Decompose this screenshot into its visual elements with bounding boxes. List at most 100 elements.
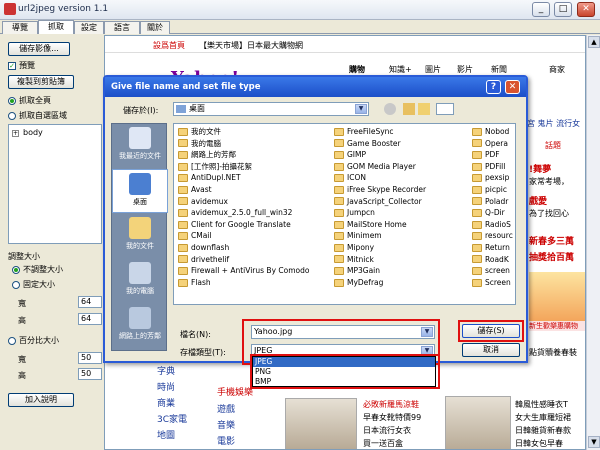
file-item[interactable]: Nobod	[472, 126, 515, 138]
minimize-button[interactable]: _	[532, 2, 550, 17]
up-folder-icon[interactable]	[403, 103, 415, 115]
place-recent[interactable]: 我最近的文件	[112, 124, 168, 168]
grab-full-radio[interactable]: 抓取全頁	[8, 95, 51, 106]
cancel-button[interactable]: 取消	[462, 343, 520, 357]
service-item[interactable]: 電影	[217, 434, 257, 449]
copy-clipboard-button[interactable]: 複製到剪貼簿	[8, 75, 74, 89]
save-image-button[interactable]: 儲存影像...	[8, 42, 70, 56]
filename-input[interactable]: Yahoo.jpg ▼	[251, 325, 435, 339]
file-item[interactable]: resourc	[472, 230, 515, 242]
category-item[interactable]: 3C家電	[157, 412, 207, 428]
news-item[interactable]: 韓風性感睡衣T	[515, 398, 585, 411]
scroll-up-icon[interactable]: ▲	[588, 36, 600, 48]
save-in-select[interactable]: 桌面 ▼	[173, 102, 369, 116]
category-item[interactable]: 商業	[157, 396, 207, 412]
file-item[interactable]: drivethelif	[178, 254, 332, 266]
file-item[interactable]: avidemux	[178, 196, 332, 208]
file-item[interactable]: Game Booster	[334, 138, 470, 150]
promo-banner[interactable]	[529, 272, 585, 322]
pheight-input[interactable]: 50	[78, 368, 102, 380]
file-item[interactable]: downflash	[178, 242, 332, 254]
sale-text[interactable]: 新生歡樂惠購物	[529, 321, 585, 331]
file-item[interactable]: Avast	[178, 184, 332, 196]
file-item[interactable]: screen	[472, 265, 515, 277]
file-list[interactable]: 我的文件 我的電腦 網路上的芳鄰 [工作照]-拍攝花絮 AntiDupl.NET Avas…	[173, 123, 516, 305]
view-menu-icon[interactable]	[436, 103, 454, 115]
rakuten-link[interactable]: 【樂天市場】日本最大購物網	[199, 40, 303, 51]
category-item[interactable]: 時尚	[157, 380, 207, 396]
file-item[interactable]: Client for Google Translate	[178, 219, 332, 231]
category-item[interactable]: 地圖	[157, 428, 207, 444]
file-item[interactable]: 我的文件	[178, 126, 332, 138]
grab-custom-radio[interactable]: 抓取自選區域	[8, 110, 67, 121]
promo-1[interactable]: !舞夢	[529, 162, 551, 175]
file-item[interactable]: CMail	[178, 230, 332, 242]
file-item[interactable]: PDF	[472, 149, 515, 161]
pwidth-input[interactable]: 50	[78, 352, 102, 364]
tab-settings[interactable]: 設定	[74, 21, 104, 34]
mobile-link[interactable]: 手機娛樂	[217, 385, 253, 398]
nav-stores[interactable]: 商家	[549, 64, 565, 75]
file-item[interactable]: Mitnick	[334, 254, 470, 266]
promo-5[interactable]: 新春多三萬	[529, 234, 574, 247]
file-item[interactable]: MP3Gain	[334, 265, 470, 277]
element-tree[interactable]: + body	[8, 124, 102, 244]
service-item[interactable]: 遊戲	[217, 402, 257, 418]
nav-images[interactable]: 圖片	[425, 64, 441, 75]
file-item[interactable]: Screen	[472, 277, 515, 289]
category-item[interactable]: 字典	[157, 364, 207, 380]
file-item[interactable]: Mipony	[334, 242, 470, 254]
file-item[interactable]: AntiDupl.NET	[178, 172, 332, 184]
save-button[interactable]: 儲存(S)	[462, 324, 520, 338]
dialog-close-button[interactable]: ✕	[505, 80, 520, 94]
promo-2[interactable]: 家常考場，	[529, 176, 569, 187]
file-item[interactable]: Poladr	[472, 196, 515, 208]
file-item[interactable]: 網路上的芳鄰	[178, 149, 332, 161]
file-item[interactable]: Jumpcn	[334, 207, 470, 219]
nav-video[interactable]: 影片	[457, 64, 473, 75]
nav-knowledge[interactable]: 知識+	[389, 64, 412, 75]
file-item[interactable]: avidemux_2.5.0_full_win32	[178, 207, 332, 219]
nav-news[interactable]: 新聞	[491, 64, 507, 75]
news-item[interactable]: 女大生庫羅短裙	[515, 411, 585, 424]
file-item[interactable]: iFree Skype Recorder	[334, 184, 470, 196]
file-item[interactable]: MailStore Home	[334, 219, 470, 231]
file-item[interactable]: 我的電腦	[178, 138, 332, 150]
file-item[interactable]: FreeFileSync	[334, 126, 470, 138]
product-image[interactable]	[285, 398, 357, 449]
no-resize-radio[interactable]: 不調整大小	[12, 264, 63, 275]
file-item[interactable]: PDFill	[472, 161, 515, 173]
file-item[interactable]: picpic	[472, 184, 515, 196]
tab-capture[interactable]: 抓取	[38, 20, 74, 34]
file-item[interactable]: Flash	[178, 277, 332, 289]
file-item[interactable]: Minimem	[334, 230, 470, 242]
tree-node[interactable]: + body	[12, 128, 43, 137]
file-item[interactable]: RoadK	[472, 254, 515, 266]
model-image[interactable]	[445, 396, 511, 449]
topic-tab[interactable]: 話題	[545, 140, 561, 151]
height-input[interactable]: 64	[78, 313, 102, 325]
place-documents[interactable]: 我的文件	[112, 214, 168, 258]
add-note-button[interactable]: 加入說明	[8, 393, 74, 407]
place-network[interactable]: 網路上的芳鄰	[112, 304, 168, 348]
file-item[interactable]: ICON	[334, 172, 470, 184]
width-input[interactable]: 64	[78, 296, 102, 308]
tab-language[interactable]: 語言	[104, 21, 140, 34]
news-item[interactable]: 日韓女包早春	[515, 437, 585, 449]
preview-checkbox[interactable]: ✓ 預覽	[8, 60, 35, 71]
promo-6[interactable]: 抽獎拾百萬	[529, 250, 574, 263]
percent-radio[interactable]: 百分比大小	[8, 335, 59, 346]
new-folder-icon[interactable]	[418, 103, 430, 115]
set-home-link[interactable]: 設爲首頁	[153, 40, 185, 51]
file-item[interactable]: JavaScript_Collector	[334, 196, 470, 208]
place-computer[interactable]: 我的電腦	[112, 259, 168, 303]
fixed-size-radio[interactable]: 固定大小	[12, 279, 55, 290]
file-item[interactable]: pexsip	[472, 172, 515, 184]
web-scrollbar[interactable]: ▲ ▼	[586, 35, 600, 450]
file-item[interactable]: Firewall + AntiVirus By Comodo	[178, 265, 332, 277]
file-item[interactable]: Opera	[472, 138, 515, 150]
back-icon[interactable]	[384, 103, 396, 115]
place-desktop[interactable]: 桌面	[112, 169, 168, 213]
tab-navigate[interactable]: 導覽	[2, 21, 38, 34]
file-item[interactable]: GIMP	[334, 149, 470, 161]
